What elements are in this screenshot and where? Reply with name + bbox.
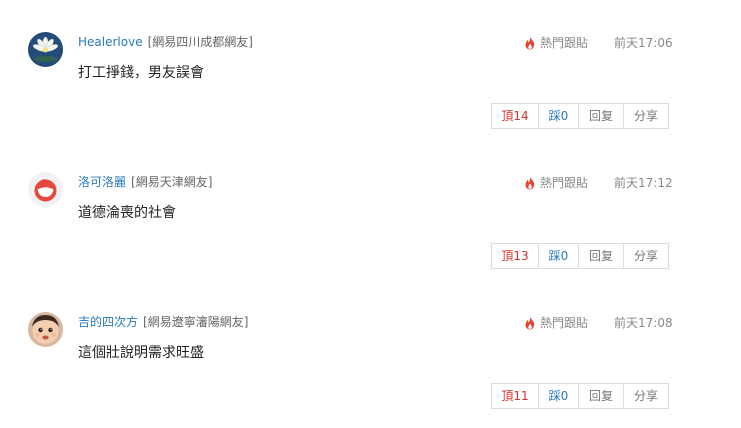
hot-reply-label: 熱門跟貼	[540, 316, 589, 330]
fire-icon	[524, 36, 536, 50]
upvote-button[interactable]: 頂14	[492, 104, 538, 128]
share-button[interactable]: 分享	[623, 244, 668, 268]
red-bowl-avatar-icon[interactable]	[28, 172, 63, 207]
baby-avatar-icon[interactable]	[28, 312, 63, 347]
comment-item: 洛可洛麗 [網易天津網友] 熱門跟貼 前天17:12 道德淪喪的社會 頂13 踩0…	[0, 140, 741, 280]
share-button[interactable]: 分享	[623, 384, 668, 408]
share-button[interactable]: 分享	[623, 104, 668, 128]
comment-username[interactable]: 吉的四次方 [網易遼寧瀋陽網友]	[78, 313, 248, 330]
comment-list: Healerlove [網易四川成都網友] 熱門跟貼 前天17:06 打工掙錢，男…	[0, 0, 741, 428]
downvote-button[interactable]: 踩0	[538, 104, 578, 128]
hot-reply-badge: 熱門跟貼	[524, 174, 588, 191]
comment-username[interactable]: 洛可洛麗 [網易天津網友]	[78, 173, 212, 190]
comment-item: 吉的四次方 [網易遼寧瀋陽網友] 熱門跟貼 前天17:08 這個壯說明需求旺盛 頂…	[0, 280, 741, 420]
comment-location: [網易四川成都網友]	[147, 35, 253, 49]
hot-reply-label: 熱門跟貼	[540, 176, 589, 190]
comment-actions: 頂11 踩0 回复 分享	[491, 383, 669, 409]
hot-reply-badge: 熱門跟貼	[524, 314, 588, 331]
fire-icon	[524, 176, 536, 190]
comment-username[interactable]: Healerlove [網易四川成都網友]	[78, 33, 253, 50]
lotus-avatar-icon[interactable]	[28, 32, 63, 67]
comment-content: 打工掙錢，男友誤會	[78, 65, 204, 81]
comment-item: Healerlove [網易四川成都網友] 熱門跟貼 前天17:06 打工掙錢，男…	[0, 0, 741, 140]
downvote-button[interactable]: 踩0	[538, 244, 578, 268]
username-text[interactable]: Healerlove	[78, 35, 143, 49]
upvote-button[interactable]: 頂11	[492, 384, 538, 408]
comment-time: 前天17:08	[614, 316, 673, 330]
username-text[interactable]: 洛可洛麗	[78, 175, 126, 189]
hot-reply-label: 熱門跟貼	[540, 36, 589, 50]
upvote-button[interactable]: 頂13	[492, 244, 538, 268]
reply-button[interactable]: 回复	[578, 244, 623, 268]
comment-content: 這個壯說明需求旺盛	[78, 345, 204, 361]
comment-content: 道德淪喪的社會	[78, 205, 176, 221]
reply-button[interactable]: 回复	[578, 104, 623, 128]
comment-location: [網易天津網友]	[131, 175, 213, 189]
comment-actions: 頂13 踩0 回复 分享	[491, 243, 669, 269]
reply-button[interactable]: 回复	[578, 384, 623, 408]
downvote-button[interactable]: 踩0	[538, 384, 578, 408]
comment-location: [網易遼寧瀋陽網友]	[143, 315, 249, 329]
comment-actions: 頂14 踩0 回复 分享	[491, 103, 669, 129]
comment-time: 前天17:06	[614, 36, 673, 50]
username-text[interactable]: 吉的四次方	[78, 315, 138, 329]
fire-icon	[524, 316, 536, 330]
comment-time: 前天17:12	[614, 176, 673, 190]
hot-reply-badge: 熱門跟貼	[524, 34, 588, 51]
